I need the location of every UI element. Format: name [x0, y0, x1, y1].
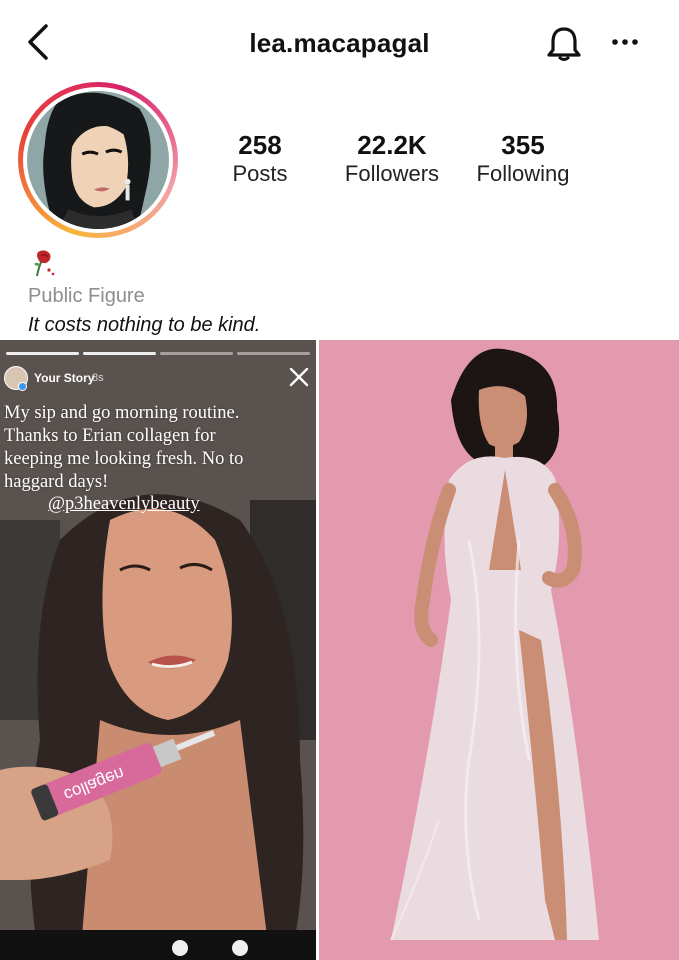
profile-category: Public Figure — [28, 285, 145, 307]
facebook-icon[interactable] — [172, 940, 188, 956]
following-label: Following — [476, 161, 570, 186]
story-bottom-bar — [0, 930, 316, 960]
profile-avatar-story-ring[interactable] — [18, 82, 178, 238]
avatar — [27, 91, 169, 229]
story-author-name[interactable]: Your Story — [34, 371, 94, 385]
share-icon[interactable] — [232, 940, 248, 956]
posts-count: 258 — [238, 130, 282, 160]
story-progress-bar — [6, 352, 310, 355]
followers-label: Followers — [344, 161, 440, 186]
add-story-badge-icon — [18, 382, 27, 391]
rose-icon — [34, 250, 55, 277]
story-screenshot-post[interactable]: collagen Your Story 8s My sip and go mor… — [0, 340, 316, 960]
followers-stat[interactable]: 22.2K Followers — [336, 130, 448, 188]
story-timestamp: 8s — [92, 372, 104, 384]
gown-photo-image — [319, 340, 679, 960]
posts-stat[interactable]: 258 Posts — [220, 130, 300, 188]
following-stat[interactable]: 355 Following — [468, 130, 578, 188]
posts-label: Posts — [232, 161, 288, 186]
gown-photo-post[interactable] — [319, 340, 679, 960]
story-mention-link[interactable]: @p3heavenlybeauty — [48, 493, 200, 516]
avatar-illustration-image — [29, 91, 167, 229]
close-icon[interactable] — [288, 366, 310, 388]
bell-icon[interactable] — [546, 24, 582, 64]
story-caption: My sip and go morning routine. Thanks to… — [4, 403, 244, 492]
profile-bio: It costs nothing to be kind. — [28, 314, 261, 336]
more-options-icon[interactable] — [610, 32, 640, 52]
followers-count: 22.2K — [357, 130, 427, 160]
profile-header: lea.macapagal — [0, 0, 679, 90]
following-count: 355 — [501, 130, 545, 160]
